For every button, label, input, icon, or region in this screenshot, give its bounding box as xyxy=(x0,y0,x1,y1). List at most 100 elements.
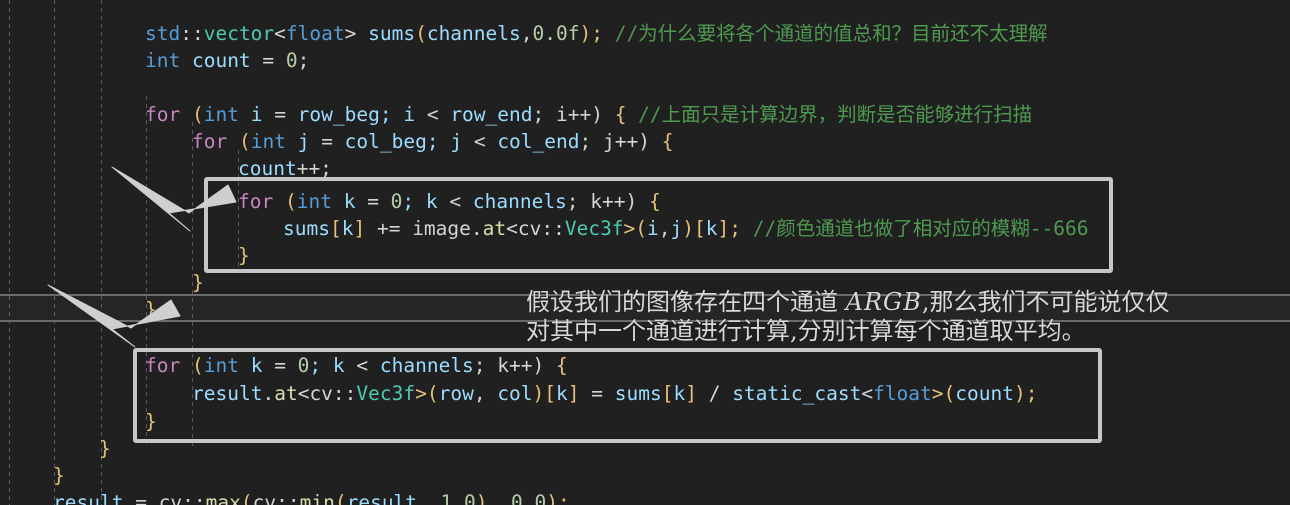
token-lt: < xyxy=(426,103,451,126)
token-for: for xyxy=(192,130,228,153)
code-line-4[interactable]: for (int j = col_beg; j < col_end; j++) … xyxy=(192,128,673,155)
token-lt: < xyxy=(297,382,310,405)
token-assign: = xyxy=(123,491,159,505)
code-line-14[interactable]: } xyxy=(99,435,111,462)
token-j: j xyxy=(670,217,683,240)
code-line-6[interactable]: for (int k = 0; k < channels; k++) { xyxy=(238,188,661,215)
token-scope2: :: xyxy=(276,491,300,505)
token-image: image xyxy=(412,217,471,240)
token-col: col xyxy=(497,382,533,405)
token-vec3f: Vec3f xyxy=(564,217,624,240)
token-brace: { xyxy=(614,103,639,126)
token-int: int xyxy=(203,103,239,126)
token-channels: channels xyxy=(472,190,567,213)
token-for: for xyxy=(145,354,181,377)
token-for: for xyxy=(145,103,181,126)
annotation-line-1: 假设我们的图像存在四个通道 ARGB,那么我们不可能说仅仅 xyxy=(526,287,1170,317)
token-inc: ; k++) xyxy=(473,354,556,377)
code-line-8[interactable]: } xyxy=(238,242,250,269)
token-bracket-close: ] xyxy=(353,217,377,240)
token-paren2: ( xyxy=(334,491,347,505)
comment-3: //颜色通道也做了相对应的模糊--666 xyxy=(752,217,1089,240)
token-float: float xyxy=(873,382,932,405)
token-bracket: [ xyxy=(329,217,342,240)
token-k: k xyxy=(331,190,368,213)
token-k2: ; k xyxy=(402,190,450,213)
token-brace: { xyxy=(555,354,568,377)
code-line-10[interactable]: } xyxy=(145,296,157,323)
code-line-12[interactable]: result.at<cv::Vec3f>(row, col)[k] = sums… xyxy=(192,380,1037,407)
token-for: for xyxy=(238,190,274,213)
code-line-2[interactable]: int count = 0; xyxy=(145,47,309,74)
token-min: min xyxy=(299,491,335,505)
token-k: k xyxy=(238,354,275,377)
indent-guide-1 xyxy=(9,0,10,505)
token-int: int xyxy=(250,130,286,153)
token-paren: ( xyxy=(180,354,204,377)
arrow-to-average-loop xyxy=(47,284,181,348)
annotation-line-2: 对其中一个通道进行计算,分别计算每个通道取平均。 xyxy=(526,317,1086,345)
token-colend: col_end xyxy=(497,130,580,153)
token-at: at xyxy=(482,217,507,240)
code-line-15[interactable]: } xyxy=(53,462,65,489)
token-assign: = xyxy=(262,49,286,72)
token-i2: ; i xyxy=(379,103,427,126)
token-sums: sums xyxy=(368,22,416,45)
token-max: max xyxy=(205,491,241,505)
indent-guide-2 xyxy=(54,0,55,505)
token-vec3f: Vec3f xyxy=(356,382,416,405)
token-parenbracket: )[ xyxy=(682,217,706,240)
token-brace: { xyxy=(648,190,661,213)
token-count: count xyxy=(180,49,263,72)
indent-guide-3 xyxy=(101,0,102,505)
token-comma: , xyxy=(417,491,441,505)
code-line-9[interactable]: } xyxy=(192,269,204,296)
token-zero: 0.0 xyxy=(511,491,547,505)
comment-1: //为什么要将各个通道的值总和？目前还不太理解 xyxy=(614,22,1048,45)
token-zero: 0 xyxy=(285,49,298,72)
token-inc: ; i++) xyxy=(532,103,615,126)
token-lt: < xyxy=(449,190,473,213)
code-editor[interactable]: std::vector<float> sums(channels,0.0f); … xyxy=(0,0,1290,505)
token-closebrace: } xyxy=(192,271,204,294)
annotation-text-argb: ARGB xyxy=(845,288,922,316)
token-gtparen: >( xyxy=(415,382,439,405)
token-incr: ++; xyxy=(296,157,332,180)
token-rowend: row_end xyxy=(450,103,533,126)
token-result: result xyxy=(53,491,124,505)
code-line-13[interactable]: } xyxy=(145,408,157,435)
code-line-1[interactable]: std::vector<float> sums(channels,0.0f); … xyxy=(145,20,1048,47)
code-line-5[interactable]: count++; xyxy=(238,155,332,182)
token-sums: sums xyxy=(614,382,662,405)
code-line-7[interactable]: sums[k] += image.at<cv::Vec3f>(i,j)[k]; … xyxy=(283,215,1088,242)
token-k2: k xyxy=(673,382,686,405)
token-staticcast: static_cast xyxy=(732,382,862,405)
token-comma: , xyxy=(520,22,533,45)
token-bracketclose2: ] xyxy=(685,382,709,405)
token-closebrace: } xyxy=(145,410,157,433)
token-j: j xyxy=(285,130,322,153)
token-rowbeg: row_beg xyxy=(297,103,380,126)
token-closeparen2: ); xyxy=(546,491,570,505)
token-paren: ( xyxy=(240,491,253,505)
comment-2: //上面只是计算边界，判断是否能够进行扫描 xyxy=(638,103,1033,126)
token-std: std xyxy=(145,22,181,45)
token-one: 1.0 xyxy=(440,491,476,505)
token-result: result xyxy=(192,382,263,405)
code-line-16[interactable]: result = cv::max(cv::min(result, 1.0), 0… xyxy=(53,489,570,505)
token-cv: cv xyxy=(158,491,183,505)
token-closebrace: } xyxy=(145,298,157,321)
token-lt: < xyxy=(506,217,518,240)
token-zerof: 0.0f xyxy=(532,22,580,45)
token-brace: { xyxy=(661,130,674,153)
code-line-3[interactable]: for (int i = row_beg; i < row_end; i++) … xyxy=(145,101,1032,128)
token-int: int xyxy=(203,354,239,377)
code-line-11[interactable]: for (int k = 0; k < channels; k++) { xyxy=(145,352,568,379)
token-float: float xyxy=(285,22,345,45)
token-j2: ; j xyxy=(426,130,474,153)
token-assign: = xyxy=(274,354,298,377)
indent-guide-4 xyxy=(146,96,147,448)
token-closebrace: } xyxy=(53,464,65,487)
token-plusequal: += xyxy=(376,217,413,240)
token-lt: < xyxy=(473,130,498,153)
